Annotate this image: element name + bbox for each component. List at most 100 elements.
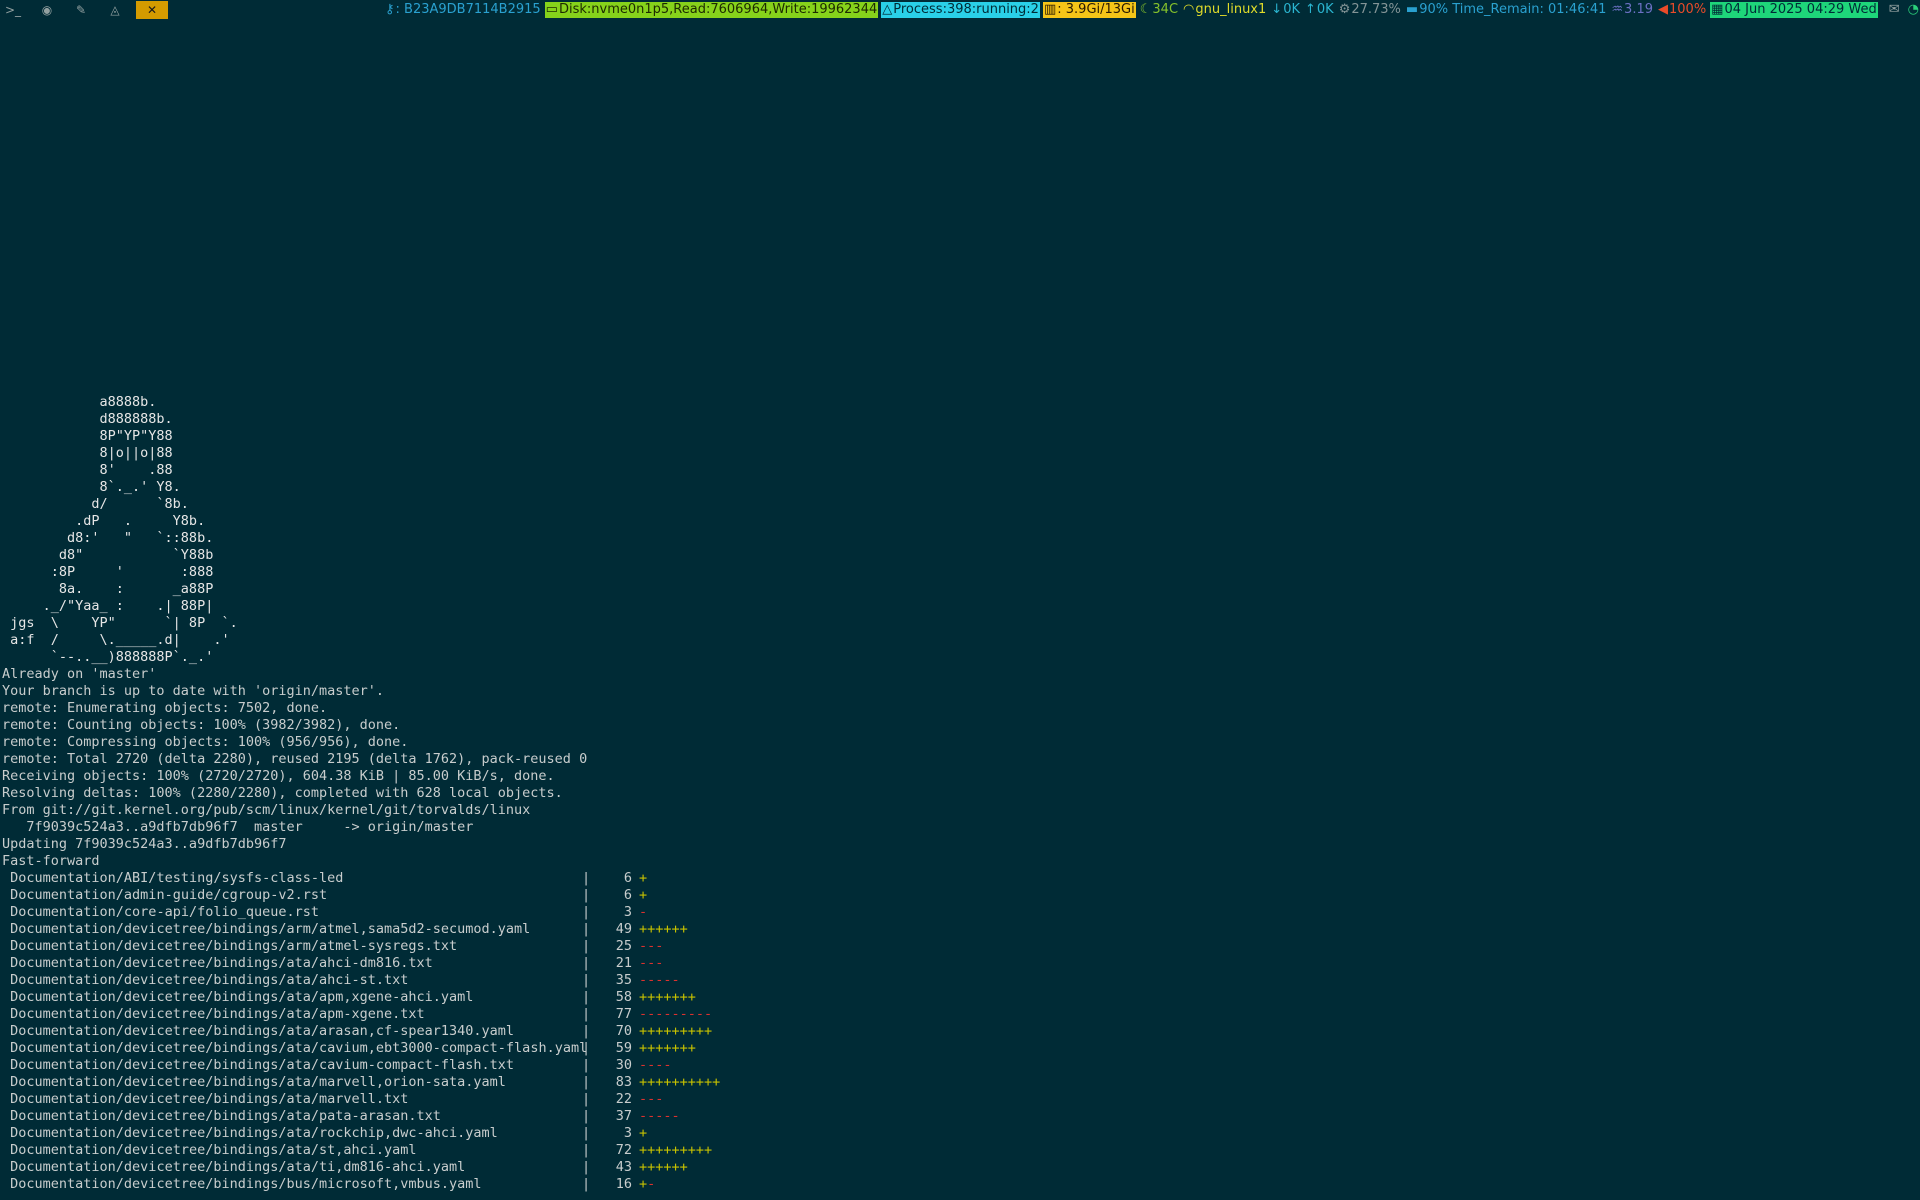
output-line: 7f9039c524a3..a9dfb7db96f7 master -> ori… [2,819,474,835]
cpu-widget: ⚙27.73% [1338,2,1402,18]
volume-widget[interactable]: ◀100% [1657,2,1707,18]
tray-icon[interactable]: ◔ [1907,2,1920,18]
change-graph: ---- [639,1057,672,1073]
workspace-tags: >_ ◉ ✎ ◬ ✕ [0,0,176,20]
change-count: 77 [615,1006,632,1022]
change-count: 35 [615,972,632,988]
calendar-icon: ▦ [1711,2,1724,17]
disk-widget: ▭Disk:nvme0n1p5,Read:7606964,Write:19962… [544,2,879,18]
diffstat-row: Documentation/devicetree/bindings/bus/mi… [2,1176,1902,1193]
diffstat-row: Documentation/ABI/testing/sysfs-class-le… [2,870,1902,887]
diffstat-row: Documentation/core-api/folio_queue.rst | 3… [2,904,1902,921]
diffstat-row: Documentation/devicetree/bindings/ata/ca… [2,1040,1902,1057]
ascii-line: `--..__)888888P`._.' [2,649,214,665]
terminal-output[interactable]: a8888b. d888888b. 8P"YP"Y88 8|o||o|88 8'… [2,394,1902,1193]
tools-tag[interactable]: ✕ [136,1,168,19]
change-count: 59 [615,1040,632,1056]
change-count: 16 [615,1176,632,1192]
change-count: 6 [623,887,632,903]
ascii-line: d/ `8b. [2,496,189,512]
file-path: Documentation/devicetree/bindings/ata/ro… [10,1125,498,1141]
upload-text: 0K [1316,2,1334,17]
change-graph: - [639,904,648,920]
terminal-tag[interactable]: >_ [0,1,26,19]
diffstat-row: Documentation/devicetree/bindings/ata/ah… [2,972,1902,989]
battery-icon: ▬ [1405,2,1419,17]
diffstat-row: Documentation/devicetree/bindings/ata/st… [2,1142,1902,1159]
memory-chart-icon: ▥ [1043,2,1057,17]
ascii-line: :8P ' :888 [2,564,214,580]
ascii-line: .dP . Y8b. [2,513,206,529]
ascii-line: d888888b. [2,411,173,427]
file-path: Documentation/devicetree/bindings/ata/ma… [10,1074,506,1090]
battery-widget: ▬90% Time_Remain: 01:46:41 [1405,2,1607,18]
change-graph: +- [639,1176,656,1192]
diffstat-row: Documentation/devicetree/bindings/ata/ti… [2,1159,1902,1176]
change-count: 58 [615,989,632,1005]
change-graph: + [639,887,648,903]
download-widget: ↓0K [1270,2,1301,18]
file-path: Documentation/devicetree/bindings/ata/ma… [10,1091,409,1107]
status-widgets: ⚷: B23A9DB7114B2915 ▭Disk:nvme0n1p5,Read… [381,0,1920,20]
battery-text: 90% Time_Remain: 01:46:41 [1419,2,1607,17]
change-graph: --- [639,1091,664,1107]
change-count: 83 [615,1074,632,1090]
change-count: 6 [623,870,632,886]
output-line: remote: Counting objects: 100% (3982/398… [2,717,401,733]
file-path: Documentation/devicetree/bindings/ata/ca… [10,1040,588,1056]
download-text: 0K [1283,2,1300,17]
change-graph: ----- [639,1108,680,1124]
change-count: 43 [615,1159,632,1175]
disk-icon: ▭ [545,2,558,17]
change-count: 72 [615,1142,632,1158]
load-text: 3.19 [1624,2,1653,17]
change-graph: +++++++ [639,989,696,1005]
status-bar: >_ ◉ ✎ ◬ ✕ ⚷: B23A9DB7114B2915 ▭Disk:nvm… [0,0,1920,20]
ascii-line: jgs \ YP" `| 8P `. [2,615,238,631]
change-count: 25 [615,938,632,954]
temperature-text: 34C [1152,2,1179,17]
file-path: Documentation/devicetree/bindings/ata/ap… [10,1006,425,1022]
arrow-up-icon: ↑ [1304,2,1316,17]
memory-text: : 3.9Gi/13Gi [1057,2,1135,17]
upload-widget: ↑0K [1304,2,1335,18]
change-count: 21 [615,955,632,971]
process-text: Process:398:running:2 [893,2,1039,17]
change-graph: +++++++++ [639,1023,713,1039]
diffstat-row: Documentation/devicetree/bindings/ata/ap… [2,1006,1902,1023]
change-graph: ++++++++++ [639,1074,721,1090]
output-line: Fast-forward [2,853,100,869]
change-graph: + [639,1125,648,1141]
change-count: 70 [615,1023,632,1039]
linux-icon: △ [882,2,893,17]
gpg-key-text: B23A9DB7114B2915 [404,2,541,17]
date-widget[interactable]: ▦04 Jun 2025 04:29 Wed [1710,2,1878,18]
diffstat-row: Documentation/devicetree/bindings/ata/ap… [2,989,1902,1006]
change-count: 37 [615,1108,632,1124]
output-line: remote: Enumerating objects: 7502, done. [2,700,328,716]
gpg-key-widget: ⚷: B23A9DB7114B2915 [384,2,541,17]
brain-icon: ♒ [1611,2,1624,17]
diffstat-row: Documentation/devicetree/bindings/ata/ca… [2,1057,1902,1074]
editor-tag[interactable]: ✎ [68,1,94,19]
network-widget[interactable]: ◠gnu_linux1 [1182,2,1267,18]
file-path: Documentation/ABI/testing/sysfs-class-le… [10,870,344,886]
browser-tag[interactable]: ◉ [34,1,60,19]
change-graph: --- [639,955,664,971]
diffstat-row: Documentation/devicetree/bindings/arm/at… [2,921,1902,938]
change-graph: --------- [639,1006,713,1022]
wifi-icon: ◠ [1183,2,1195,17]
file-path: Documentation/devicetree/bindings/arm/at… [10,938,458,954]
diffstat-row: Documentation/devicetree/bindings/arm/at… [2,938,1902,955]
change-count: 3 [623,1125,632,1141]
speaker-icon: ◀ [1658,2,1668,17]
mail-icon[interactable]: ✉ [1888,2,1901,18]
memory-widget: ▥: 3.9Gi/13Gi [1042,2,1136,18]
output-line: From git://git.kernel.org/pub/scm/linux/… [2,802,531,818]
change-count: 3 [623,904,632,920]
file-path: Documentation/devicetree/bindings/ata/ap… [10,989,474,1005]
volume-text: 100% [1669,2,1707,17]
output-line: Your branch is up to date with 'origin/m… [2,683,385,699]
linux-tag[interactable]: ◬ [102,1,128,19]
file-path: Documentation/devicetree/bindings/ata/st… [10,1142,417,1158]
